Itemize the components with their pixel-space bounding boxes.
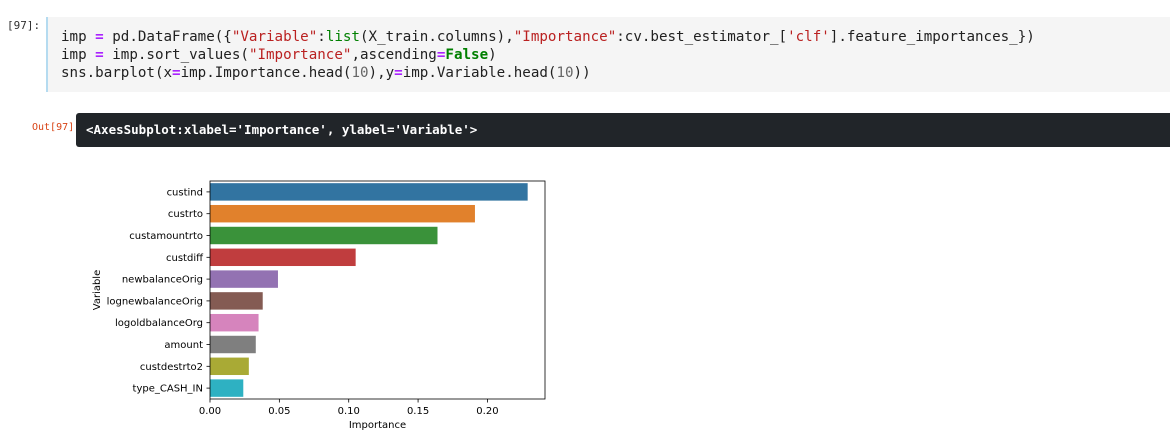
bar [210, 270, 278, 288]
x-tick-label: 0.00 [199, 406, 221, 417]
bar [210, 292, 263, 310]
y-tick-label: newbalanceOrig [122, 275, 203, 286]
bar [210, 357, 249, 376]
barplot-figure: custind custrto custamountrto custdiff newba… [0, 0, 1170, 448]
y-tick-label: lognewbalanceOrig [107, 296, 203, 307]
x-tick-label: 0.05 [268, 406, 290, 417]
y-tick-label: custdestrto2 [140, 362, 203, 373]
y-axis-label: Variable [92, 270, 103, 311]
x-axis-label: Importance [349, 420, 406, 431]
bar [210, 335, 256, 354]
x-tick-label: 0.15 [407, 406, 429, 417]
y-tick-label: logoldbalanceOrg [115, 318, 203, 329]
y-tick-label: custamountrto [129, 231, 203, 242]
y-tick-label: amount [164, 340, 203, 351]
x-tick-label: 0.10 [338, 406, 360, 417]
y-tick-label: custrto [168, 209, 203, 220]
y-tick-label: custind [167, 187, 203, 198]
bar [210, 183, 528, 201]
y-tick-label: custdiff [166, 253, 204, 264]
bar [210, 226, 438, 245]
bar [210, 379, 244, 397]
x-tick-label: 0.20 [476, 406, 498, 417]
bar [210, 248, 356, 267]
y-tick-label: type_CASH_IN [133, 384, 203, 395]
barplot-svg: custind custrto custamountrto custdiff newba… [92, 180, 546, 431]
bar [210, 204, 475, 223]
bar [210, 313, 259, 332]
